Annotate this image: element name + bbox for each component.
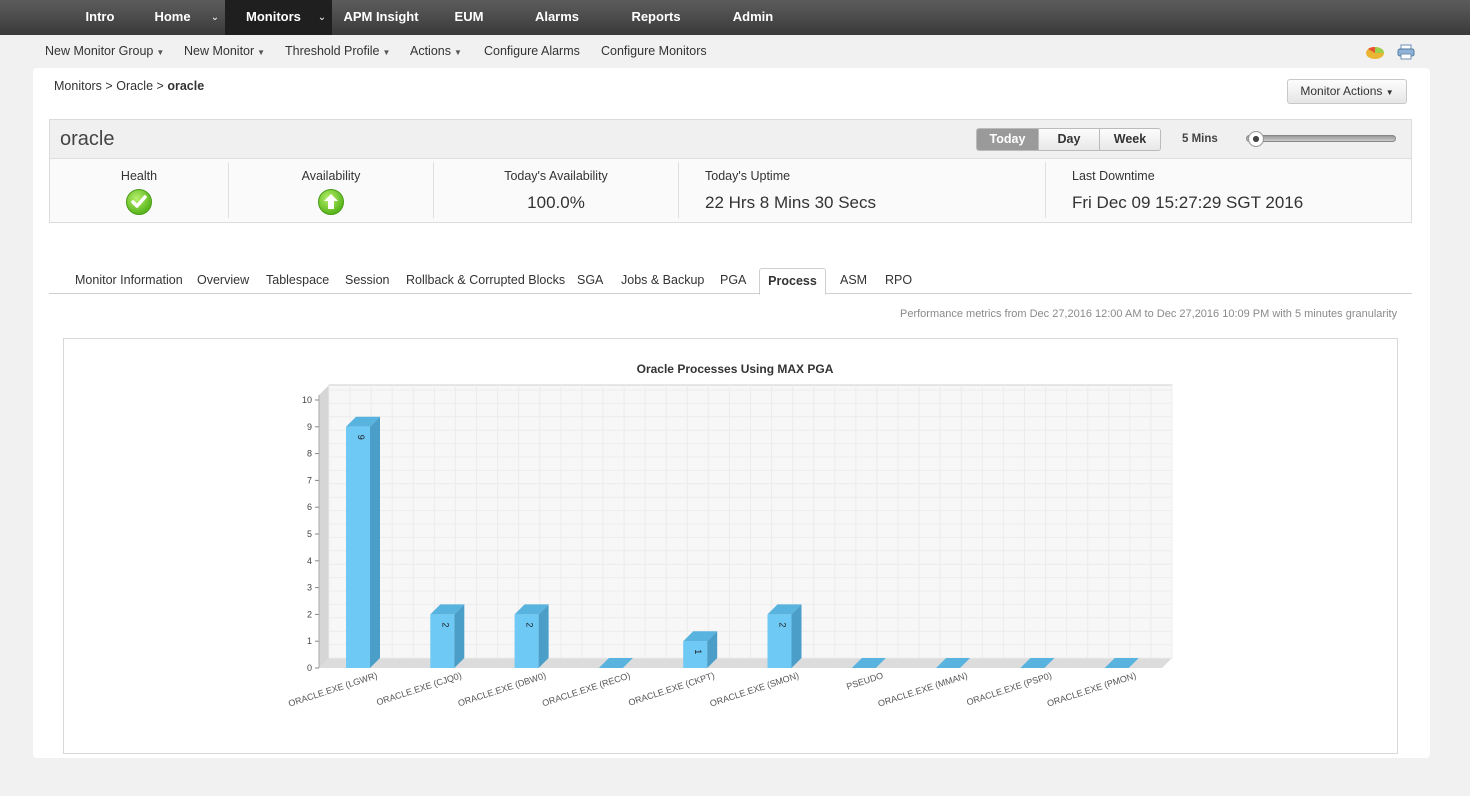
- time-range-group: Today Day Week: [976, 128, 1161, 151]
- breadcrumb-separator: >: [156, 79, 164, 93]
- monitor-name: oracle: [60, 128, 115, 150]
- nav-reports[interactable]: Reports: [625, 0, 687, 35]
- summary-header: oracle Today Day Week 5 Mins: [50, 120, 1411, 159]
- configure-alarms-link[interactable]: Configure Alarms: [484, 35, 580, 68]
- tab-process[interactable]: Process: [759, 268, 826, 295]
- range-today-button[interactable]: Today: [977, 129, 1039, 150]
- performance-metrics-note: Performance metrics from Dec 27,2016 12:…: [900, 308, 1398, 320]
- chart-title: Oracle Processes Using MAX PGA: [636, 362, 834, 376]
- new-monitor-group-menu[interactable]: New Monitor Group ▼: [45, 35, 164, 68]
- configure-monitors-link[interactable]: Configure Monitors: [601, 35, 707, 68]
- chart-container: [63, 338, 1398, 754]
- availability-stat: Availability: [229, 160, 433, 223]
- todays-uptime-stat: Today's Uptime 22 Hrs 8 Mins 30 Secs: [705, 160, 1045, 223]
- tab-jobs-backup[interactable]: Jobs & Backup: [621, 268, 704, 294]
- home-chevron-down-icon[interactable]: ⌄: [206, 0, 224, 35]
- top-navigation: Intro Home ⌄ Monitors ⌄ APM Insight EUM …: [0, 0, 1470, 35]
- range-week-button[interactable]: Week: [1100, 129, 1160, 150]
- dropdown-arrow-icon: ▼: [257, 48, 266, 57]
- dropdown-arrow-icon: ▼: [156, 48, 165, 57]
- range-day-button[interactable]: Day: [1039, 129, 1100, 150]
- dropdown-arrow-icon: ▼: [382, 48, 391, 57]
- tab-sga[interactable]: SGA: [577, 268, 603, 294]
- check-mark-icon[interactable]: [126, 189, 152, 215]
- divider: [1045, 162, 1046, 218]
- nav-alarms[interactable]: Alarms: [527, 0, 587, 35]
- tab-tablespace[interactable]: Tablespace: [266, 268, 329, 294]
- pie-chart-icon[interactable]: [1365, 44, 1385, 60]
- nav-apm-insight[interactable]: APM Insight: [340, 0, 422, 35]
- health-stat: Health: [50, 160, 228, 223]
- breadcrumb: Monitors > Oracle > oracle: [54, 79, 204, 93]
- new-monitor-group-label: New Monitor Group: [45, 44, 154, 58]
- divider: [678, 162, 679, 218]
- breadcrumb-separator: >: [105, 79, 113, 93]
- health-label: Health: [120, 169, 158, 183]
- breadcrumb-monitors[interactable]: Monitors: [54, 79, 102, 93]
- tab-rpo[interactable]: RPO: [885, 268, 912, 294]
- granularity-label: 5 Mins: [1182, 133, 1218, 145]
- availability-label: Availability: [301, 169, 361, 183]
- nav-eum[interactable]: EUM: [444, 0, 494, 35]
- granularity-slider[interactable]: [1246, 135, 1396, 142]
- threshold-profile-label: Threshold Profile: [285, 44, 380, 58]
- threshold-profile-menu[interactable]: Threshold Profile ▼: [285, 35, 390, 68]
- tab-session[interactable]: Session: [345, 268, 389, 294]
- sub-menu: New Monitor Group ▼ New Monitor ▼ Threshol…: [0, 35, 1470, 68]
- monitor-summary: oracle Today Day Week 5 Mins Health Avai…: [49, 119, 1412, 223]
- todays-availability-label: Today's Availability: [504, 169, 608, 183]
- dropdown-arrow-icon: ▼: [1385, 88, 1394, 97]
- tab-overview[interactable]: Overview: [197, 268, 249, 294]
- monitor-actions-label: Monitor Actions: [1300, 84, 1383, 98]
- new-monitor-menu[interactable]: New Monitor ▼: [184, 35, 265, 68]
- tab-monitor-information[interactable]: Monitor Information: [75, 268, 183, 294]
- tab-rollback-corrupted-blocks[interactable]: Rollback & Corrupted Blocks: [406, 268, 565, 294]
- printer-icon[interactable]: [1396, 44, 1416, 60]
- nav-admin[interactable]: Admin: [725, 0, 781, 35]
- monitors-chevron-down-icon[interactable]: ⌄: [313, 0, 331, 35]
- breadcrumb-oracle[interactable]: Oracle: [116, 79, 153, 93]
- slider-handle[interactable]: [1248, 131, 1264, 147]
- todays-uptime-label: Today's Uptime: [705, 169, 791, 183]
- up-arrow-icon[interactable]: [318, 189, 344, 215]
- nav-intro[interactable]: Intro: [70, 0, 130, 35]
- new-monitor-label: New Monitor: [184, 44, 255, 58]
- nav-home[interactable]: Home: [145, 0, 200, 35]
- monitor-tabs: Monitor Information Overview Tablespace …: [49, 268, 1412, 295]
- last-downtime-stat: Last Downtime Fri Dec 09 15:27:29 SGT 20…: [1072, 160, 1402, 223]
- dropdown-arrow-icon: ▼: [454, 48, 462, 57]
- todays-uptime-value: 22 Hrs 8 Mins 30 Secs: [705, 193, 877, 212]
- actions-label: Actions: [410, 44, 451, 58]
- last-downtime-value: Fri Dec 09 15:27:29 SGT 2016: [1072, 193, 1304, 212]
- todays-availability-stat: Today's Availability 100.0%: [434, 160, 678, 223]
- todays-availability-value: 100.0%: [527, 193, 585, 212]
- actions-menu[interactable]: Actions ▼: [410, 35, 462, 68]
- tab-pga[interactable]: PGA: [720, 268, 746, 294]
- breadcrumb-current: oracle: [167, 79, 205, 93]
- monitor-actions-button[interactable]: Monitor Actions ▼: [1287, 79, 1407, 104]
- tab-asm[interactable]: ASM: [840, 268, 867, 294]
- last-downtime-label: Last Downtime: [1072, 169, 1155, 183]
